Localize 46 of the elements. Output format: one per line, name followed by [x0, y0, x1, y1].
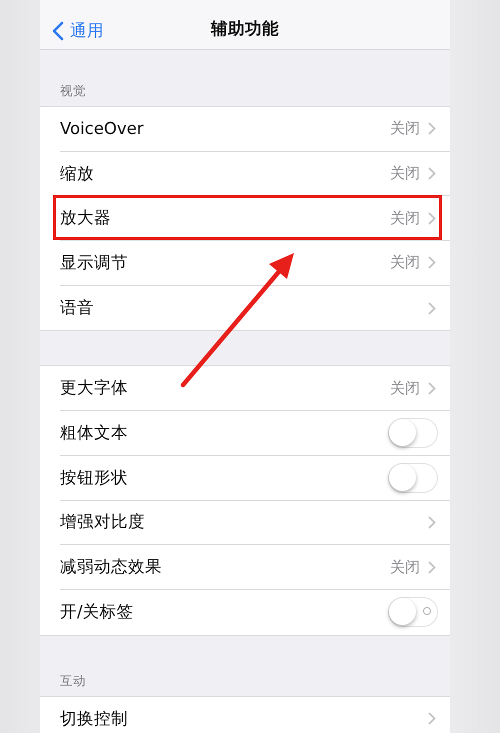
toggle-switch[interactable] [388, 597, 438, 628]
back-button[interactable]: 通用 [52, 20, 104, 42]
row-value: 关闭 [390, 558, 420, 577]
row-value: 关闭 [390, 164, 420, 184]
settings-row[interactable]: VoiceOver 关闭 [40, 107, 450, 152]
chevron-icon [428, 167, 436, 180]
settings-row[interactable]: 缩放 关闭 [40, 152, 450, 196]
chevron-icon [428, 256, 436, 270]
settings-row[interactable]: 增强对比度 [40, 500, 450, 546]
row-label: 开/关标签 [60, 601, 135, 624]
row-value: 关闭 [390, 119, 420, 138]
chevron-icon [428, 516, 436, 529]
row-label: 粗体文本 [60, 422, 129, 444]
section-header: 视觉 [60, 83, 86, 100]
row-label: VoiceOver [60, 119, 145, 138]
settings-row[interactable]: 粗体文本 [40, 411, 450, 456]
chevron-icon [428, 212, 436, 225]
back-chevron-icon [52, 21, 64, 41]
settings-row[interactable]: 减弱动态效果 关闭 [40, 545, 450, 590]
row-label: 缩放 [60, 162, 95, 185]
nav-title: 辅助功能 [211, 18, 279, 40]
chevron-icon [428, 712, 436, 726]
chevron-icon [428, 122, 436, 136]
row-value: 关闭 [390, 208, 420, 228]
settings-row[interactable]: 语音 [40, 286, 450, 330]
row-label: 增强对比度 [60, 511, 146, 534]
chevron-icon [428, 560, 436, 574]
row-label: 按钮形状 [60, 466, 129, 489]
toggle-switch[interactable] [388, 462, 438, 493]
chevron-icon [428, 382, 436, 395]
toggle-switch[interactable] [388, 418, 438, 448]
settings-row[interactable]: 更大字体 关闭 [40, 366, 450, 412]
row-label: 更大字体 [60, 377, 129, 400]
settings-row[interactable]: 显示调节 关闭 [40, 241, 450, 286]
row-value: 关闭 [390, 253, 420, 272]
section-header: 互动 [60, 672, 86, 690]
settings-row[interactable]: 按钮形状 [40, 456, 450, 500]
settings-row[interactable]: 开/关标签 [40, 590, 450, 635]
row-label: 切换控制 [60, 708, 129, 730]
row-label: 减弱动态效果 [60, 556, 163, 578]
row-label: 放大器 [60, 207, 112, 230]
row-label: 显示调节 [60, 252, 129, 274]
row-label: 语音 [60, 297, 95, 320]
row-value: 关闭 [390, 378, 420, 398]
settings-row[interactable]: 切换控制 [40, 696, 450, 733]
chevron-icon [428, 302, 436, 315]
